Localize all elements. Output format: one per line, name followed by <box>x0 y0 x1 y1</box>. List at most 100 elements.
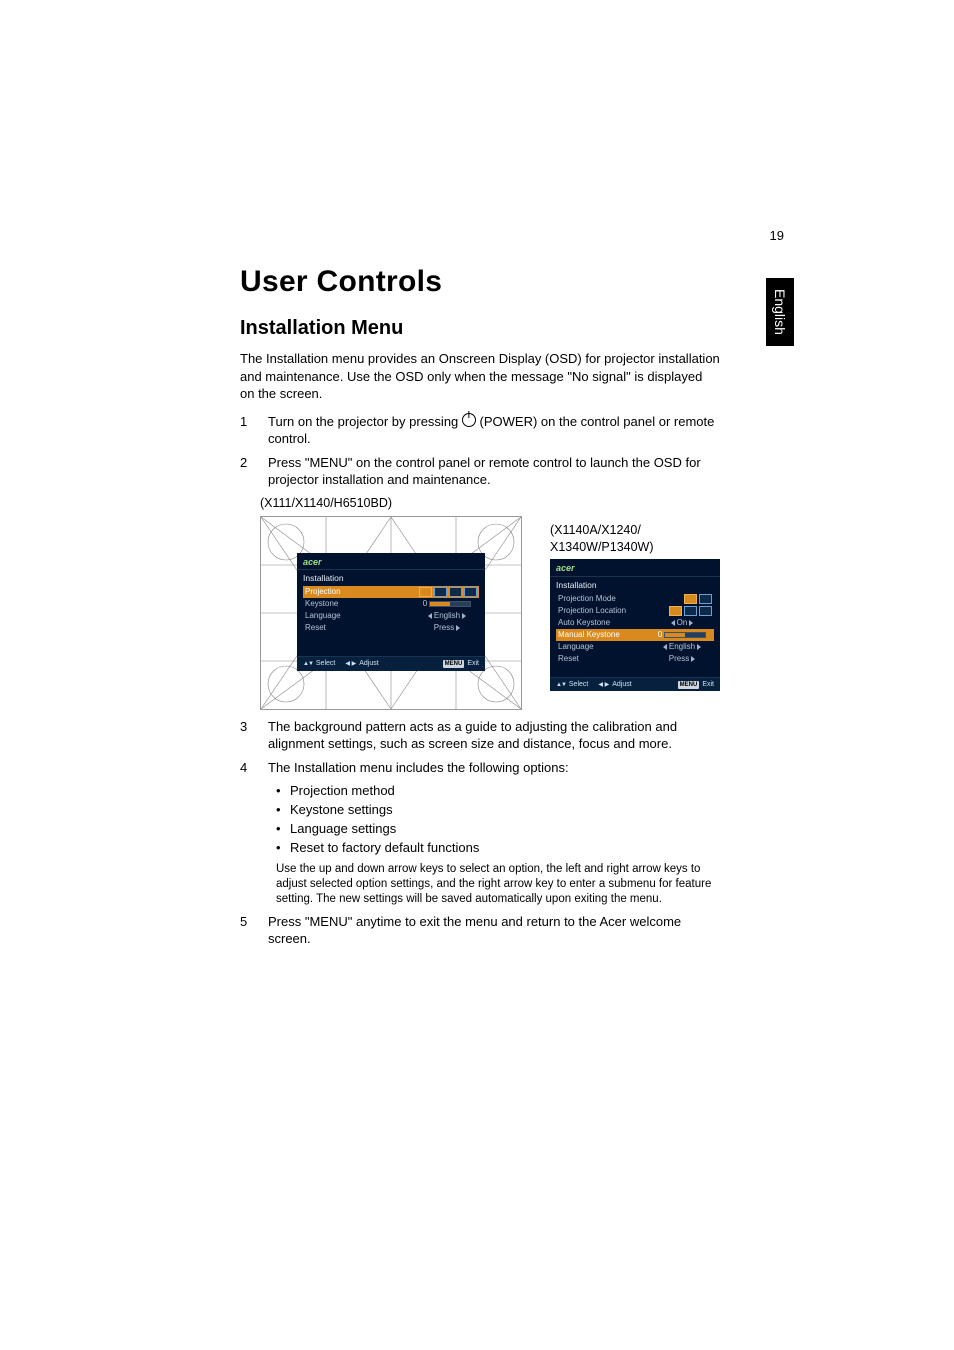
osd-value: On <box>652 618 712 629</box>
proj-loc-icon <box>669 606 682 616</box>
osd-panel-right: acer Installation Projection Mode <box>550 559 720 691</box>
bullet-item: Keystone settings <box>276 801 720 820</box>
figure-right: (X1140A/X1240/ X1340W/P1340W) acer Insta… <box>550 516 720 692</box>
step-number: 2 <box>240 454 268 489</box>
osd-brand: acer <box>550 559 720 576</box>
step-text: The background pattern acts as a guide t… <box>268 718 720 753</box>
osd-value-text: On <box>677 618 688 629</box>
right-arrow-icon <box>697 644 701 650</box>
osd-title: Installation <box>303 572 479 586</box>
bullet-item: Projection method <box>276 782 720 801</box>
proj-mode-icon <box>449 587 462 597</box>
osd-title: Installation <box>556 579 714 593</box>
figure-left-caption: (X111/X1140/H6510BD) <box>260 495 540 512</box>
osd-label: Manual Keystone <box>558 630 648 641</box>
step-5: 5 Press "MENU" anytime to exit the menu … <box>240 913 720 948</box>
osd-label: Keystone <box>305 599 413 610</box>
left-arrow-icon <box>663 644 667 650</box>
leftright-icon <box>345 659 356 668</box>
osd-label: Language <box>558 642 648 653</box>
osd-value-text: Press <box>669 654 689 665</box>
figure-right-caption: (X1140A/X1240/ X1340W/P1340W) <box>550 522 720 556</box>
figure-area: acer Installation Projection <box>260 516 720 710</box>
updown-icon <box>303 659 313 668</box>
osd-row-projection: Projection <box>303 586 479 598</box>
step-1: 1 Turn on the projector by pressing (POW… <box>240 413 720 448</box>
slider-icon <box>429 601 471 607</box>
footer-exit: Exit <box>702 680 714 689</box>
osd-panel-left: acer Installation Projection <box>297 553 485 671</box>
numbered-list: 1 Turn on the projector by pressing (POW… <box>240 413 720 948</box>
proj-loc-icon <box>684 606 697 616</box>
step-text: The Installation menu includes the follo… <box>268 759 720 777</box>
osd-body: Installation Projection Mode Projection … <box>550 577 720 667</box>
page-number: 19 <box>770 228 784 243</box>
slider-num: 0 <box>658 630 662 641</box>
osd-value: 0 <box>417 599 477 610</box>
proj-mode-icon <box>684 594 697 604</box>
step-1-pre: Turn on the projector by pressing <box>268 414 462 429</box>
step-number: 3 <box>240 718 268 753</box>
osd-row-reset: Reset Press <box>556 653 714 665</box>
main-content: User Controls Installation Menu The Inst… <box>240 265 720 954</box>
step-text: Turn on the projector by pressing (POWER… <box>268 413 720 448</box>
osd-row-auto-keystone: Auto Keystone On <box>556 617 714 629</box>
proj-loc-icon <box>699 606 712 616</box>
step-number: 1 <box>240 413 268 448</box>
proj-mode-icon <box>434 587 447 597</box>
osd-brand: acer <box>297 553 485 570</box>
projection-icons <box>419 587 477 597</box>
footer-select: Select <box>316 659 335 668</box>
menu-key-icon: MENU <box>443 660 465 668</box>
osd-label: Reset <box>305 623 413 634</box>
osd-value: English <box>417 611 477 622</box>
osd-label: Auto Keystone <box>558 618 648 629</box>
osd-row-reset: Reset Press <box>303 622 479 634</box>
section-title: Installation Menu <box>240 317 720 340</box>
osd-row-language: Language English <box>303 610 479 622</box>
osd-label: Projection Mode <box>558 594 680 605</box>
slider-num: 0 <box>423 599 427 610</box>
language-tab: English <box>766 278 794 346</box>
right-arrow-icon <box>456 625 460 631</box>
step-number: 4 <box>240 759 268 777</box>
page-title: User Controls <box>240 265 720 299</box>
intro-paragraph: The Installation menu provides an Onscre… <box>240 350 720 403</box>
osd-label: Projection Location <box>558 606 665 617</box>
projection-icons <box>669 606 712 616</box>
footer-adjust: Adjust <box>612 680 631 689</box>
updown-icon <box>556 680 566 689</box>
step-text: Press "MENU" on the control panel or rem… <box>268 454 720 489</box>
left-arrow-icon <box>671 620 675 626</box>
osd-value-text: English <box>434 611 460 622</box>
footer-select: Select <box>569 680 588 689</box>
footer-adjust: Adjust <box>359 659 378 668</box>
osd-footer: Select Adjust MENUExit <box>297 656 485 670</box>
osd-label: Language <box>305 611 413 622</box>
osd-row-proj-mode: Projection Mode <box>556 593 714 605</box>
osd-footer: Select Adjust MENUExit <box>550 677 720 691</box>
left-arrow-icon <box>428 613 432 619</box>
step-3: 3 The background pattern acts as a guide… <box>240 718 720 753</box>
osd-value-text: Press <box>434 623 454 634</box>
step-number: 5 <box>240 913 268 948</box>
step-2: 2 Press "MENU" on the control panel or r… <box>240 454 720 489</box>
right-arrow-icon <box>691 656 695 662</box>
proj-mode-icon <box>464 587 477 597</box>
osd-row-manual-keystone: Manual Keystone 0 <box>556 629 714 641</box>
osd-value: English <box>652 642 712 653</box>
leftright-icon <box>598 680 609 689</box>
osd-label: Projection <box>305 587 415 598</box>
bullet-item: Reset to factory default functions <box>276 839 720 858</box>
right-arrow-icon <box>689 620 693 626</box>
footer-exit: Exit <box>467 659 479 668</box>
osd-value: 0 <box>652 630 712 641</box>
menu-key-icon: MENU <box>678 681 700 689</box>
figure-left: acer Installation Projection <box>260 516 538 710</box>
osd-value-text: English <box>669 642 695 653</box>
osd-value: Press <box>417 623 477 634</box>
calibration-pattern: acer Installation Projection <box>260 516 522 710</box>
step-4: 4 The Installation menu includes the fol… <box>240 759 720 777</box>
proj-mode-icon <box>419 587 432 597</box>
usage-note: Use the up and down arrow keys to select… <box>276 862 720 907</box>
